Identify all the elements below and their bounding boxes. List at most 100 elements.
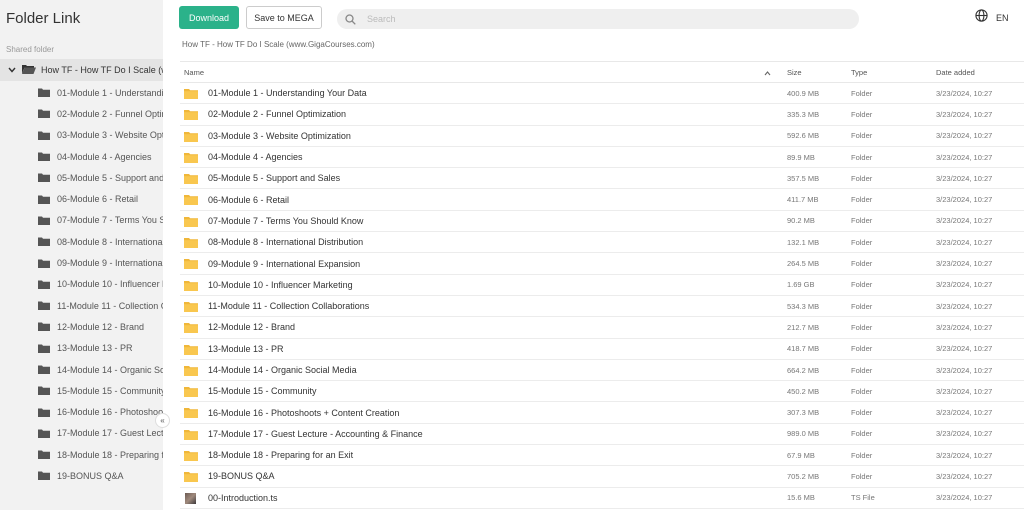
file-date-added: 3/23/2024, 10:27 (936, 216, 993, 226)
sidebar-tree-item[interactable]: 17-Module 17 - Guest Lecture - Accountin… (0, 423, 163, 444)
file-size: 212.7 MB (787, 322, 820, 332)
table-row[interactable]: 19-BONUS Q&A 705.2 MB Folder 3/23/2024, 10:… (180, 466, 1024, 488)
table-row[interactable]: 01-Module 1 - Understanding Your Data 400… (180, 83, 1024, 105)
sidebar-tree-item[interactable]: 11-Module 11 - Collection Collaborations (0, 295, 163, 316)
table-row[interactable]: 08-Module 8 - International Distribution… (180, 232, 1024, 254)
table-row[interactable]: 00-Introduction.ts 15.6 MB TS File 3/23/202… (180, 488, 1024, 509)
sidebar-tree-item[interactable]: 12-Module 12 - Brand (0, 316, 163, 337)
file-type: Folder (851, 429, 873, 439)
tree-root-folder[interactable]: How TF - How TF Do I Scale (www.GigaCour… (0, 59, 163, 81)
sidebar-tree-item[interactable]: 05-Module 5 - Support and Sales (0, 167, 163, 188)
header-name[interactable]: Name (184, 68, 204, 77)
file-date-added: 3/23/2024, 10:27 (936, 195, 993, 205)
table-row[interactable]: 06-Module 6 - Retail 411.7 MB Folder 3/23/2… (180, 189, 1024, 211)
file-size: 89.9 MB (787, 152, 815, 162)
file-name: 04-Module 4 - Agencies (208, 152, 303, 163)
file-size: 989.0 MB (787, 429, 820, 439)
table-row[interactable]: 02-Module 2 - Funnel Optimization 335.3 M… (180, 104, 1024, 126)
folder-icon (184, 344, 198, 355)
sidebar-tree-item[interactable]: 08-Module 8 - International Distribution (0, 231, 163, 252)
table-row[interactable]: 07-Module 7 - Terms You Should Know 90.2 … (180, 211, 1024, 233)
table-row[interactable]: 17-Module 17 - Guest Lecture - Accountin… (180, 424, 1024, 446)
chevron-down-icon[interactable] (8, 66, 16, 74)
sidebar-tree-item[interactable]: 02-Module 2 - Funnel Optimization (0, 103, 163, 124)
table-row[interactable]: 09-Module 9 - International Expansion 264… (180, 253, 1024, 275)
save-to-mega-button[interactable]: Save to MEGA (246, 6, 322, 29)
folder-icon (38, 429, 50, 438)
search-input[interactable] (365, 13, 859, 25)
sidebar-tree-item[interactable]: 19-BONUS Q&A (0, 465, 163, 486)
file-type: Folder (851, 408, 873, 418)
file-name: 09-Module 9 - International Expansion (208, 258, 361, 269)
table-row[interactable]: 18-Module 18 - Preparing for an Exit 67.9… (180, 445, 1024, 467)
file-type: Folder (851, 109, 873, 119)
table-row[interactable]: 11-Module 11 - Collection Collaborations… (180, 296, 1024, 318)
sidebar-tree-item[interactable]: 18-Module 18 - Preparing for an Exit (0, 444, 163, 465)
sidebar-tree-item[interactable]: 14-Module 14 - Organic Social Media (0, 359, 163, 380)
file-type: Folder (851, 259, 873, 269)
sidebar-tree-item[interactable]: 10-Module 10 - Influencer Marketing (0, 274, 163, 295)
file-type: Folder (851, 386, 873, 396)
sidebar-tree-item-label: 01-Module 1 - Understanding Your Data (57, 87, 163, 98)
file-name: 02-Module 2 - Funnel Optimization (208, 109, 347, 120)
sort-ascending-icon[interactable] (764, 69, 771, 78)
file-type: Folder (851, 301, 873, 311)
sidebar-tree-item-label: 15-Module 15 - Community (57, 385, 163, 396)
file-type: Folder (851, 322, 873, 332)
table-row[interactable]: 13-Module 13 - PR 418.7 MB Folder 3/23/2024… (180, 339, 1024, 360)
collapse-sidebar-button[interactable]: « (155, 413, 170, 428)
video-thumbnail-icon (185, 492, 196, 504)
file-date-added: 3/23/2024, 10:27 (936, 429, 993, 439)
table-row[interactable]: 05-Module 5 - Support and Sales 357.5 MB F… (180, 168, 1024, 190)
file-name: 05-Module 5 - Support and Sales (208, 173, 341, 184)
sidebar-tree-item[interactable]: 03-Module 3 - Website Optimization (0, 125, 163, 146)
sidebar-tree-item-label: 11-Module 11 - Collection Collaborations (57, 300, 163, 311)
sidebar-tree-item-label: 08-Module 8 - International Distribution (57, 236, 163, 247)
folder-icon (184, 216, 198, 227)
sidebar-tree-item-label: 19-BONUS Q&A (57, 470, 124, 481)
sidebar-tree-item[interactable]: 04-Module 4 - Agencies (0, 146, 163, 167)
folder-icon (38, 109, 50, 119)
sidebar-tree-item[interactable]: 16-Module 16 - Photoshoots + Content Cre… (0, 401, 163, 422)
header-type[interactable]: Type (851, 68, 867, 77)
file-table: Name Size Type Date added 01-Module 1 - … (180, 61, 1024, 509)
sidebar: Folder Link Shared folder How TF - How T… (0, 0, 163, 510)
table-row[interactable]: 14-Module 14 - Organic Social Media 664.2… (180, 360, 1024, 382)
file-type: Folder (851, 88, 873, 98)
sidebar-tree-item[interactable]: 06-Module 6 - Retail (0, 188, 163, 209)
table-row[interactable]: 03-Module 3 - Website Optimization 592.6 … (180, 126, 1024, 147)
breadcrumb[interactable]: How TF - How TF Do I Scale (www.GigaCour… (182, 40, 375, 49)
sidebar-tree-item[interactable]: 13-Module 13 - PR (0, 338, 163, 359)
file-type: Folder (851, 131, 873, 141)
file-date-added: 3/23/2024, 10:27 (936, 301, 993, 311)
folder-icon (38, 280, 50, 289)
sidebar-tree-item-label: 05-Module 5 - Support and Sales (57, 172, 163, 183)
file-size: 90.2 MB (787, 216, 815, 226)
sidebar-tree-item-label: 12-Module 12 - Brand (57, 321, 145, 332)
file-name: 07-Module 7 - Terms You Should Know (208, 215, 364, 226)
search-bar[interactable] (337, 9, 859, 29)
sidebar-tree-item[interactable]: 07-Module 7 - Terms You Should Know (0, 210, 163, 231)
header-date-added[interactable]: Date added (936, 68, 975, 77)
folder-icon (184, 429, 198, 440)
table-row[interactable]: 10-Module 10 - Influencer Marketing 1.69 … (180, 275, 1024, 296)
header-size[interactable]: Size (787, 68, 802, 77)
folder-icon (184, 88, 198, 99)
sidebar-tree-item[interactable]: 15-Module 15 - Community (0, 380, 163, 401)
file-size: 132.1 MB (787, 237, 820, 247)
file-name: 18-Module 18 - Preparing for an Exit (208, 450, 354, 461)
sidebar-tree-item[interactable]: 09-Module 9 - International Expansion (0, 252, 163, 273)
table-row[interactable]: 16-Module 16 - Photoshoots + Content Cre… (180, 402, 1024, 424)
file-date-added: 3/23/2024, 10:27 (936, 109, 993, 119)
table-row[interactable]: 15-Module 15 - Community 450.2 MB Folder 3/… (180, 381, 1024, 403)
file-date-added: 3/23/2024, 10:27 (936, 237, 993, 247)
sidebar-tree-item[interactable]: 01-Module 1 - Understanding Your Data (0, 82, 163, 103)
sidebar-tree-item-label: 13-Module 13 - PR (57, 343, 133, 354)
table-row[interactable]: 12-Module 12 - Brand 212.7 MB Folder 3/23/2… (180, 317, 1024, 339)
download-button[interactable]: Download (179, 6, 239, 29)
table-row[interactable]: 04-Module 4 - Agencies 89.9 MB Folder 3/23/… (180, 147, 1024, 169)
file-date-added: 3/23/2024, 10:27 (936, 259, 993, 269)
sidebar-tree-item-label: 17-Module 17 - Guest Lecture - Accountin… (57, 428, 163, 439)
language-selector[interactable]: EN (975, 9, 1009, 25)
sidebar-tree-item-label: 16-Module 16 - Photoshoots + Content Cre… (57, 407, 163, 418)
